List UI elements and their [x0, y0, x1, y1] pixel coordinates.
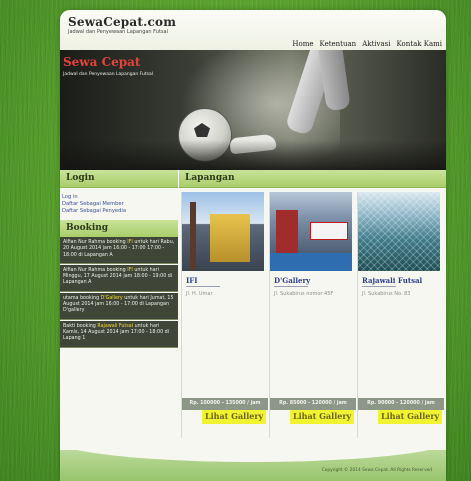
divider	[186, 286, 220, 287]
venue-photo[interactable]	[358, 192, 440, 271]
photo-detail	[270, 253, 352, 271]
nav-home[interactable]: Home	[292, 40, 313, 48]
page-container: SewaCepat.com Jadwal dan Penyewaan Lapan…	[60, 10, 446, 481]
photo-detail	[358, 192, 440, 271]
booking-item: utama booking D'Gallery untuk hari Jumat…	[60, 292, 178, 320]
register-member-link[interactable]: Daftar Sebagai Member	[62, 201, 178, 208]
booking-item: Bakti booking Rajawali Futsal untuk hari…	[60, 320, 178, 348]
main-nav: Home Ketentuan Aktivasi Kontak Kami	[292, 40, 442, 48]
site-title[interactable]: SewaCepat.com	[68, 15, 176, 29]
booking-item: Alfian Nur Rahma booking IFI untuk hari …	[60, 264, 178, 292]
venue-price: Rp. 85000 - 120000 / jam	[270, 398, 356, 410]
venue-name[interactable]: Rajawali Futsal	[362, 276, 422, 285]
booking-text: Bakti booking	[63, 323, 98, 329]
venue-price: Rp. 100000 - 135000 / jam	[182, 398, 268, 410]
banner-title: Sewa Cepat	[63, 55, 141, 69]
venue-address: Jl. Sukabirus nomor 45F	[274, 291, 334, 297]
booking-text: Alfian Nur Rahma booking	[63, 267, 128, 273]
login-link[interactable]: Log in	[62, 194, 178, 201]
login-heading: Login	[66, 173, 95, 183]
site-header: SewaCepat.com Jadwal dan Penyewaan Lapan…	[60, 10, 446, 50]
photo-detail	[310, 222, 348, 240]
venue-name[interactable]: D'Gallery	[274, 276, 310, 285]
booking-heading: Booking	[66, 223, 109, 233]
lapangan-heading: Lapangan	[185, 173, 235, 183]
login-links: Log in Daftar Sebagai Member Daftar Seba…	[62, 194, 178, 215]
divider	[274, 286, 308, 287]
view-gallery-button[interactable]: Lihat Gallery	[202, 410, 267, 424]
venue-name[interactable]: IFI	[186, 276, 198, 285]
site-tagline: Jadwal dan Penyewaan Lapangan Futsal	[68, 29, 168, 35]
nav-kontak-kami[interactable]: Kontak Kami	[397, 40, 443, 48]
venue-card: IFI Jl. H. Umar Rp. 100000 - 135000 / ja…	[181, 192, 268, 448]
nav-ketentuan[interactable]: Ketentuan	[320, 40, 357, 48]
booking-item: Alfian Nur Rahma booking IFI untuk hari …	[60, 237, 178, 264]
photo-detail	[190, 202, 196, 270]
venue-address: Jl. Sukabirus No. 83	[362, 291, 411, 297]
booking-text: Alfian Nur Rahma booking	[63, 240, 128, 245]
booking-text: utama booking	[63, 295, 101, 301]
photo-detail	[210, 214, 250, 262]
venue-photo[interactable]	[270, 192, 352, 271]
venue-card: D'Gallery Jl. Sukabirus nomor 45F Rp. 85…	[269, 192, 356, 448]
divider	[362, 286, 396, 287]
booking-list: Alfian Nur Rahma booking IFI untuk hari …	[60, 237, 178, 349]
lapangan-section-header: Lapangan	[179, 170, 446, 188]
register-provider-link[interactable]: Daftar Sebagai Penyedia	[62, 208, 178, 215]
hero-banner: Sewa Cepat Jadwal dan Penyewaan Lapangan…	[60, 50, 446, 170]
login-section-header: Login	[60, 170, 178, 188]
copyright-text: Copyright © 2014 Sewa Cepat. All Rights …	[321, 468, 432, 473]
venue-price: Rp. 90000 - 120000 / jam	[358, 398, 444, 410]
venue-card: Rajawali Futsal Jl. Sukabirus No. 83 Rp.…	[357, 192, 444, 448]
booking-venue[interactable]: Rajawali Futsal	[97, 324, 133, 329]
venue-photo[interactable]	[182, 192, 264, 271]
nav-aktivasi[interactable]: Aktivasi	[362, 40, 390, 48]
banner-subtitle: Jadwal dan Penyewaan Lapangan Futsal	[63, 72, 153, 77]
booking-venue[interactable]: D'Gallery	[101, 296, 123, 301]
booking-section-header: Booking	[60, 220, 178, 238]
view-gallery-button[interactable]: Lihat Gallery	[290, 410, 355, 424]
venue-address: Jl. H. Umar	[186, 291, 213, 297]
view-gallery-button[interactable]: Lihat Gallery	[378, 410, 443, 424]
banner-floor	[60, 140, 446, 170]
